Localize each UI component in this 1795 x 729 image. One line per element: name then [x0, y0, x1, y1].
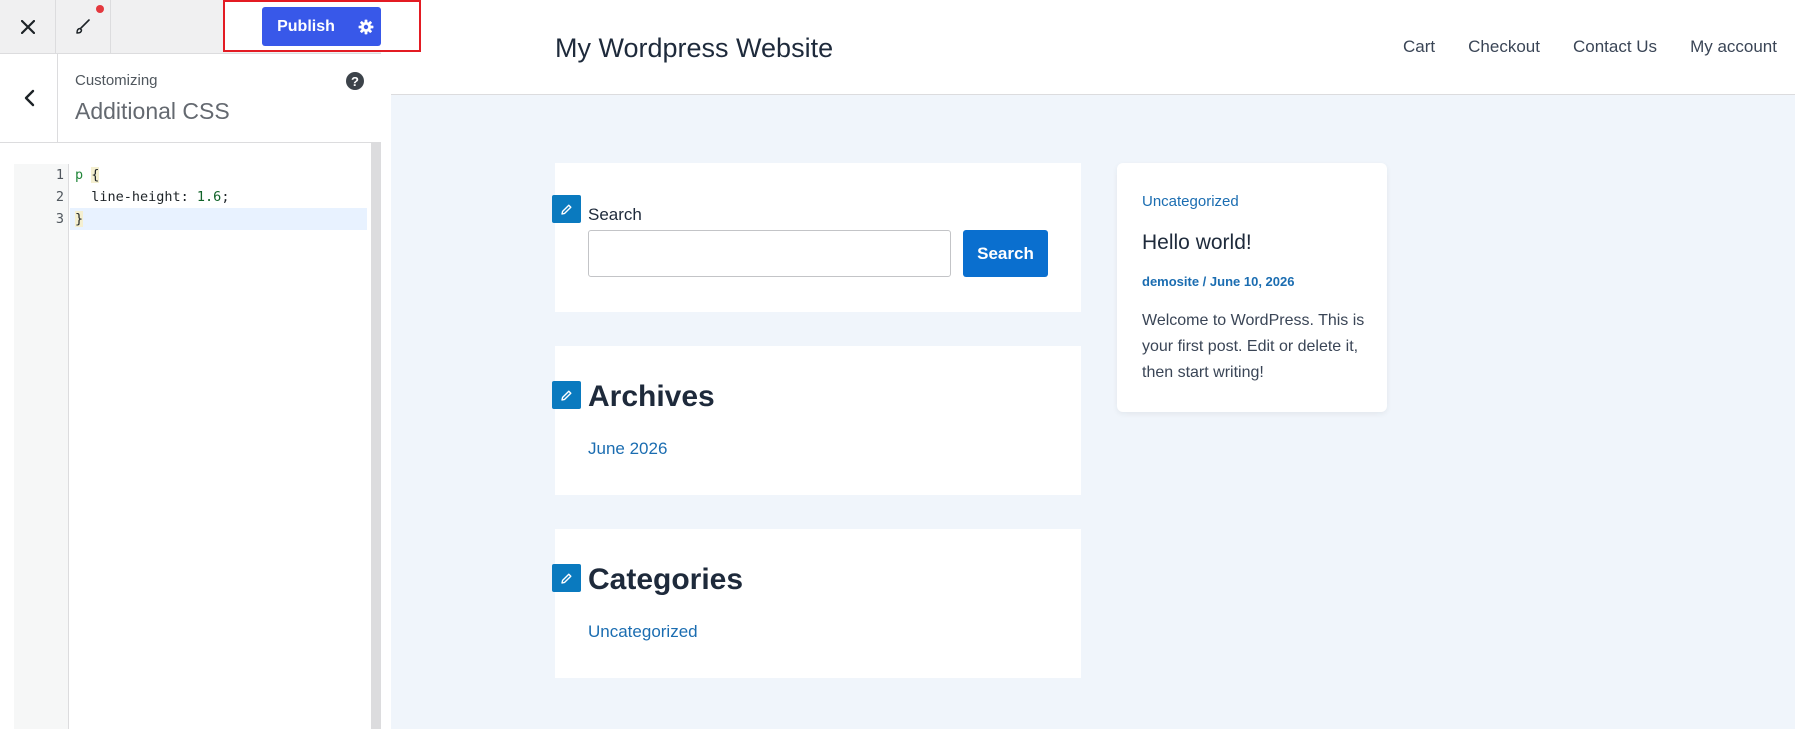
- pencil-icon: [561, 573, 572, 584]
- search-button[interactable]: Search: [963, 230, 1048, 277]
- edit-archives-widget-button[interactable]: [552, 381, 581, 409]
- publish-settings-button[interactable]: [350, 7, 381, 46]
- style-brush-button[interactable]: [56, 0, 111, 53]
- brush-icon: [76, 18, 90, 34]
- archive-link-june-2026[interactable]: June 2026: [588, 439, 667, 459]
- post-meta[interactable]: demosite / June 10, 2026: [1142, 274, 1294, 289]
- site-preview: My Wordpress Website Cart Checkout Conta…: [391, 0, 1795, 729]
- nav-link-my-account[interactable]: My account: [1690, 37, 1777, 57]
- categories-title: Categories: [588, 563, 744, 596]
- close-icon: [20, 19, 35, 34]
- gear-icon: [358, 19, 373, 34]
- line-number: 1: [55, 167, 64, 183]
- post-card: Uncategorized Hello world! demosite / Ju…: [1117, 163, 1387, 412]
- close-brace: }: [75, 211, 84, 227]
- post-category-link[interactable]: Uncategorized: [1142, 193, 1239, 210]
- archives-widget: Archives June 2026: [552, 346, 1081, 495]
- chevron-left-icon: [24, 89, 34, 107]
- publish-button[interactable]: Publish: [262, 7, 350, 46]
- search-input[interactable]: [588, 230, 951, 277]
- close-customizer-button[interactable]: [0, 0, 56, 53]
- search-label: Search: [588, 205, 642, 224]
- line-number: 2: [55, 189, 64, 205]
- unsaved-changes-dot: [96, 5, 104, 13]
- search-widget: Search Search: [552, 163, 1081, 312]
- nav-link-cart[interactable]: Cart: [1403, 37, 1435, 57]
- help-icon[interactable]: ?: [346, 72, 364, 90]
- line-number-gutter: [14, 164, 69, 729]
- site-header: My Wordpress Website Cart Checkout Conta…: [391, 0, 1795, 95]
- line-number: 3: [55, 211, 64, 227]
- categories-widget: Categories Uncategorized: [552, 529, 1081, 678]
- post-title[interactable]: Hello world!: [1142, 231, 1252, 255]
- css-code-editor[interactable]: 1 p { 2 line-height: 1.6; 3 }: [14, 164, 367, 729]
- customizer-sidebar: Customizing Additional CSS ? 1 p { 2 lin…: [0, 0, 381, 729]
- css-selector: p: [75, 167, 84, 183]
- nav-link-checkout[interactable]: Checkout: [1468, 37, 1540, 57]
- section-title: Additional CSS: [75, 98, 230, 124]
- primary-navigation: Cart Checkout Contact Us My account: [1403, 37, 1795, 57]
- code-line[interactable]: 1 p {: [14, 164, 367, 186]
- code-line-active[interactable]: 3 }: [14, 208, 367, 230]
- open-brace: {: [91, 167, 100, 183]
- archives-title: Archives: [588, 380, 715, 413]
- css-value: 1.6: [196, 189, 222, 205]
- post-excerpt: Welcome to WordPress. This is your first…: [1142, 312, 1365, 381]
- back-button[interactable]: [0, 54, 58, 142]
- css-property: line-height:: [75, 189, 197, 205]
- edit-categories-widget-button[interactable]: [552, 564, 581, 592]
- pencil-icon: [561, 204, 572, 215]
- category-link-uncategorized[interactable]: Uncategorized: [588, 622, 698, 642]
- nav-link-contact-us[interactable]: Contact Us: [1573, 37, 1657, 57]
- pencil-icon: [561, 390, 572, 401]
- site-title[interactable]: My Wordpress Website: [555, 33, 833, 64]
- section-header: Customizing Additional CSS ?: [0, 54, 381, 143]
- customizing-label: Customizing: [75, 72, 158, 89]
- edit-search-widget-button[interactable]: [552, 195, 581, 223]
- code-line[interactable]: 2 line-height: 1.6;: [14, 186, 367, 208]
